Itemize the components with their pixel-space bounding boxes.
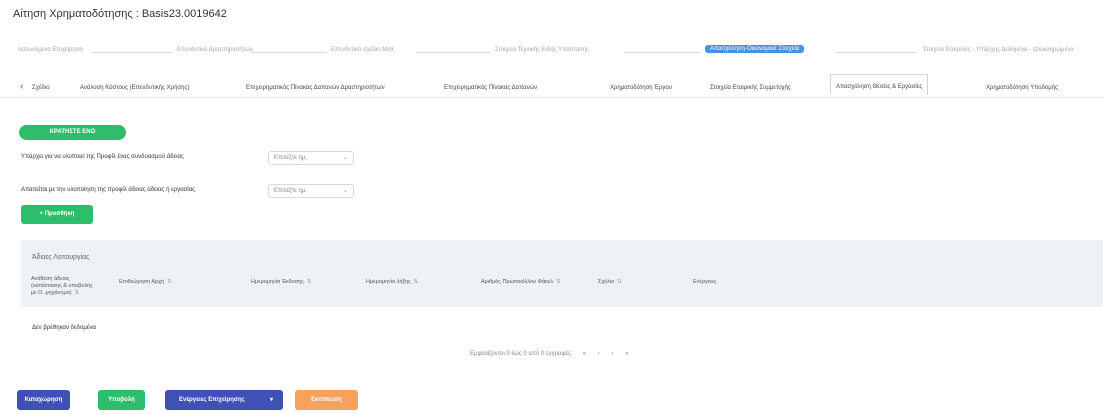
submit-button[interactable]: Υποβολή — [98, 390, 145, 410]
question-2-select[interactable]: Επιλέξτε ημ. ⌄ — [268, 184, 354, 198]
chevron-down-icon: ⌄ — [342, 155, 348, 161]
step-4[interactable]: Στοιχεία Τεχνικής Ειδής Υπόστασης — [495, 47, 589, 53]
step-3[interactable]: Επενδυτικό σχέδιο Μεθ. — [331, 47, 395, 53]
column-header[interactable]: Ημερομηνία Έκδοσης ⇅ — [251, 279, 351, 286]
step-5[interactable]: Απασχόληση-Οικονομικά Στοιχεία — [705, 45, 805, 53]
first-page-icon[interactable]: « — [583, 351, 586, 357]
column-header[interactable]: Ημερομηνία λήξης ⇅ — [366, 279, 456, 286]
prev-page-icon[interactable]: ‹ — [598, 351, 600, 357]
column-header[interactable]: Επιθεώρηση Αρχή ⇅ — [119, 279, 219, 286]
sort-icon: ⇅ — [556, 279, 561, 285]
sort-icon: ⇅ — [167, 279, 172, 285]
step-connector — [835, 52, 917, 53]
next-page-icon[interactable]: › — [611, 351, 613, 357]
question-1-label: Υπάρχει για να υλοποιεί της Προφίλ ένας … — [21, 154, 184, 160]
step-connector — [251, 52, 327, 53]
tab-item[interactable]: Ανάλυση Κόστους (Επενδυτικής Χρήσης) — [80, 78, 189, 98]
sort-icon: ⇅ — [306, 279, 312, 285]
question-1-select[interactable]: Επιλέξτε ημ. ⌄ — [268, 151, 354, 165]
column-header[interactable]: Αριθμός Πρωτοκόλλου Φάκελ ⇅ — [481, 279, 576, 286]
print-button[interactable]: Εκτύπωση — [295, 390, 358, 410]
tab-item[interactable]: Στοιχεία Εταιρικής Συμμετοχής — [710, 78, 791, 98]
tab-item[interactable]: Χρηματοδότηση Υποδομής — [986, 78, 1058, 98]
wizard-steps: Ιαπωνόμενο Επιχείρηση Επενδυτικό Δραστηρ… — [13, 45, 1103, 57]
column-header: Ενέργειες — [693, 279, 717, 285]
licenses-table: Άδειες Λειτουργίας Ανάθεση άδειας (κατάσ… — [21, 240, 1103, 343]
question-2-label: Απαιτείται με την υλοποίηση της προφίλ ά… — [21, 187, 196, 193]
tab-item[interactable]: Χρηματοδότηση Έργου — [610, 78, 672, 98]
step-6[interactable]: Στοιχεία Εταιρείας - Υπάρχης Δεδομένα - … — [923, 47, 1074, 53]
select-value: Επιλέξτε ημ. — [274, 155, 308, 161]
page-title: Αίτηση Χρηματοδότησης : Basis23.0019642 — [13, 8, 227, 20]
sort-icon: ⇅ — [413, 279, 419, 285]
column-header[interactable]: Σχόλιο ⇅ — [598, 279, 658, 286]
save-button[interactable]: Καταχώρηση — [17, 390, 70, 410]
actions-dropdown-label: Ενέργειες Επιχείρησης — [179, 397, 245, 403]
add-button[interactable]: + Προσθήκη — [21, 205, 93, 224]
step-connector — [624, 52, 701, 53]
actions-dropdown-button[interactable]: Ενέργειες Επιχείρησης ▾ — [165, 390, 283, 410]
create-button[interactable]: ΚΡΑΤΗΣΤΕ ΕΝΩ — [19, 125, 126, 140]
step-connector — [416, 52, 490, 53]
column-header[interactable]: Ανάθεση άδειας (κατάστασης & υποβολής με… — [31, 276, 96, 297]
last-page-icon[interactable]: » — [625, 351, 628, 357]
select-value: Επιλέξτε ημ. — [274, 188, 308, 194]
sort-icon: ⇅ — [617, 279, 622, 285]
tab-bar: Σχέδιο Ανάλυση Κόστους (Επενδυτικής Χρήσ… — [0, 74, 1103, 98]
empty-table-message: Δεν βρέθηκαν δεδομένα — [32, 325, 96, 331]
tab-item-active[interactable]: Απασχόληση Θέσεις & Εργασίες — [830, 74, 929, 95]
step-1[interactable]: Ιαπωνόμενο Επιχείρηση — [18, 47, 83, 53]
chevron-down-icon: ⌄ — [342, 188, 348, 194]
table-header-band: Άδειες Λειτουργίας Ανάθεση άδειας (κατάσ… — [21, 240, 1103, 307]
table-title: Άδειες Λειτουργίας — [32, 254, 90, 261]
sort-icon: ⇅ — [74, 290, 80, 296]
chevron-down-icon: ▾ — [269, 397, 273, 403]
step-connector — [91, 52, 173, 53]
tab-back[interactable]: Σχέδιο — [32, 78, 50, 98]
tab-item[interactable]: Επιχειρηματικός Πίνακας Δαπανών Δραστηρι… — [246, 78, 385, 98]
pagination: Εμφανίζονται 0 έως 0 από 0 εγγραφές « ‹ … — [470, 351, 638, 357]
tab-item[interactable]: Επιχειρηματικός Πίνακας Δαπανών — [444, 78, 537, 98]
pagination-summary: Εμφανίζονται 0 έως 0 από 0 εγγραφές — [470, 351, 572, 357]
step-2[interactable]: Επενδυτικό Δραστηριοτήτων — [177, 47, 253, 53]
